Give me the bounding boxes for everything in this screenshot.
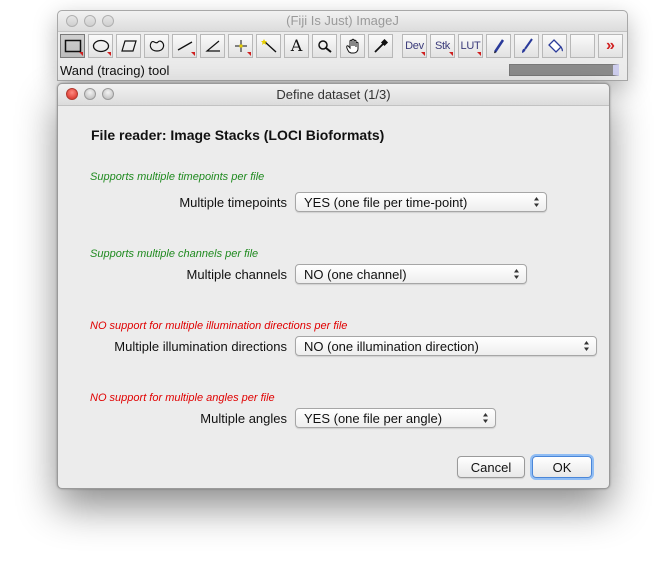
text-icon: A — [290, 36, 303, 55]
select-arrows-icon — [534, 197, 539, 207]
polygon-tool-button[interactable] — [116, 33, 141, 58]
define-dataset-dialog: Define dataset (1/3) File reader: Image … — [57, 83, 610, 489]
eyedropper-icon — [373, 38, 388, 53]
hand-icon — [345, 38, 358, 53]
status-text: Wand (tracing) tool — [60, 63, 170, 78]
illumination-select[interactable]: NO (one illumination direction) — [295, 336, 597, 356]
angles-select[interactable]: YES (one file per angle) — [295, 408, 496, 428]
illumination-hint: NO support for multiple illumination dir… — [90, 320, 348, 332]
eyedropper-tool-button[interactable] — [368, 33, 393, 58]
timepoints-value: YES (one file per time-point) — [304, 195, 468, 210]
hand-tool-button[interactable] — [340, 33, 365, 58]
channels-select[interactable]: NO (one channel) — [295, 264, 527, 284]
channels-label: Multiple channels — [186, 267, 287, 282]
flood-fill-tool-button[interactable] — [542, 33, 567, 58]
select-arrows-icon — [584, 341, 589, 351]
cancel-button[interactable]: Cancel — [457, 456, 525, 478]
timepoints-hint: Supports multiple timepoints per file — [90, 171, 265, 183]
text-tool-button[interactable]: A — [284, 33, 309, 58]
timepoints-label: Multiple timepoints — [179, 195, 287, 210]
angle-tool-button[interactable] — [200, 33, 225, 58]
magnifier-icon — [317, 39, 332, 53]
point-tool-button[interactable] — [228, 33, 253, 58]
angles-value: YES (one file per angle) — [304, 411, 443, 426]
point-icon — [234, 39, 247, 52]
empty-tool-slot — [570, 33, 595, 58]
freehand-icon — [149, 40, 164, 52]
lut-label: LUT — [460, 39, 481, 52]
illumination-label: Multiple illumination directions — [114, 339, 287, 354]
select-arrows-icon — [483, 413, 488, 423]
dialog-title: Define dataset (1/3) — [276, 87, 391, 102]
timepoints-select[interactable]: YES (one file per time-point) — [295, 192, 547, 212]
brush-icon — [521, 37, 533, 53]
illumination-value: NO (one illumination direction) — [304, 339, 479, 354]
more-tools-icon: » — [606, 36, 615, 54]
select-arrows-icon — [514, 269, 519, 279]
stk-label: Stk — [435, 39, 450, 52]
line-icon — [177, 40, 192, 51]
dev-label: Dev — [405, 39, 424, 52]
freehand-tool-button[interactable] — [144, 33, 169, 58]
pencil-icon — [493, 38, 504, 53]
tool-bar: A Dev Stk LUT » — [58, 32, 627, 59]
pencil-tool-button[interactable] — [486, 33, 511, 58]
line-tool-button[interactable] — [172, 33, 197, 58]
flood-fill-icon — [547, 38, 563, 53]
main-titlebar: (Fiji Is Just) ImageJ — [58, 11, 627, 32]
rectangle-icon — [64, 39, 81, 52]
rectangle-tool-button[interactable] — [60, 33, 85, 58]
channels-hint: Supports multiple channels per file — [90, 248, 259, 260]
wand-icon — [260, 38, 276, 53]
oval-tool-button[interactable] — [88, 33, 113, 58]
dev-menu-button[interactable]: Dev — [402, 33, 427, 58]
progress-bar — [509, 64, 619, 76]
magnifier-tool-button[interactable] — [312, 33, 337, 58]
ok-button[interactable]: OK — [532, 456, 592, 478]
wand-tool-button[interactable] — [256, 33, 281, 58]
oval-icon — [92, 39, 109, 52]
channels-value: NO (one channel) — [304, 267, 407, 282]
angles-label: Multiple angles — [200, 411, 287, 426]
more-tools-button[interactable]: » — [598, 33, 623, 58]
dialog-titlebar: Define dataset (1/3) — [58, 84, 609, 106]
main-window-title: (Fiji Is Just) ImageJ — [286, 13, 399, 28]
file-reader-heading: File reader: Image Stacks (LOCI Bioforma… — [91, 127, 385, 143]
status-bar: Wand (tracing) tool — [58, 61, 627, 79]
stk-menu-button[interactable]: Stk — [430, 33, 455, 58]
brush-tool-button[interactable] — [514, 33, 539, 58]
angle-icon — [204, 40, 220, 52]
angles-hint: NO support for multiple angles per file — [90, 392, 275, 404]
polygon-icon — [120, 39, 137, 52]
fiji-main-window: (Fiji Is Just) ImageJ A Dev Stk LUT » Wa… — [57, 10, 628, 81]
lut-menu-button[interactable]: LUT — [458, 33, 483, 58]
